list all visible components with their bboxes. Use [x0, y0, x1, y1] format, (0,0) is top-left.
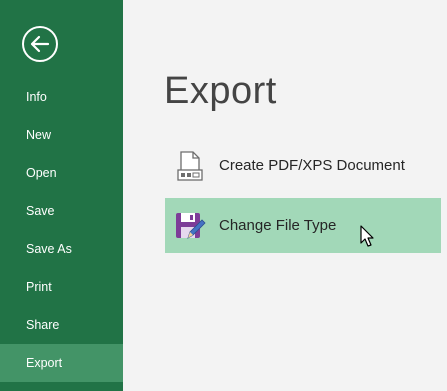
- export-pane: Export Create PDF/XPS Document Change Fi…: [123, 0, 447, 391]
- page-title: Export: [164, 70, 277, 112]
- create-pdf-xps-option[interactable]: Create PDF/XPS Document: [165, 138, 441, 193]
- nav-item-new[interactable]: New: [0, 116, 123, 154]
- nav-item-save[interactable]: Save: [0, 192, 123, 230]
- backstage-nav: Info New Open Save Save As Print Share E…: [0, 78, 123, 382]
- back-button[interactable]: [22, 26, 58, 62]
- arrow-left-icon: [30, 35, 50, 53]
- option-label-change-file-type: Change File Type: [219, 217, 337, 234]
- nav-item-export[interactable]: Export: [0, 344, 123, 382]
- change-file-type-option[interactable]: Change File Type: [165, 198, 441, 253]
- nav-item-save-as[interactable]: Save As: [0, 230, 123, 268]
- pdf-document-icon: [169, 146, 211, 186]
- nav-item-info[interactable]: Info: [0, 78, 123, 116]
- nav-item-share[interactable]: Share: [0, 306, 123, 344]
- option-label-create-pdf: Create PDF/XPS Document: [219, 157, 405, 174]
- floppy-disk-pencil-icon: [169, 206, 211, 246]
- nav-item-print[interactable]: Print: [0, 268, 123, 306]
- nav-item-open[interactable]: Open: [0, 154, 123, 192]
- backstage-sidebar: Info New Open Save Save As Print Share E…: [0, 0, 123, 391]
